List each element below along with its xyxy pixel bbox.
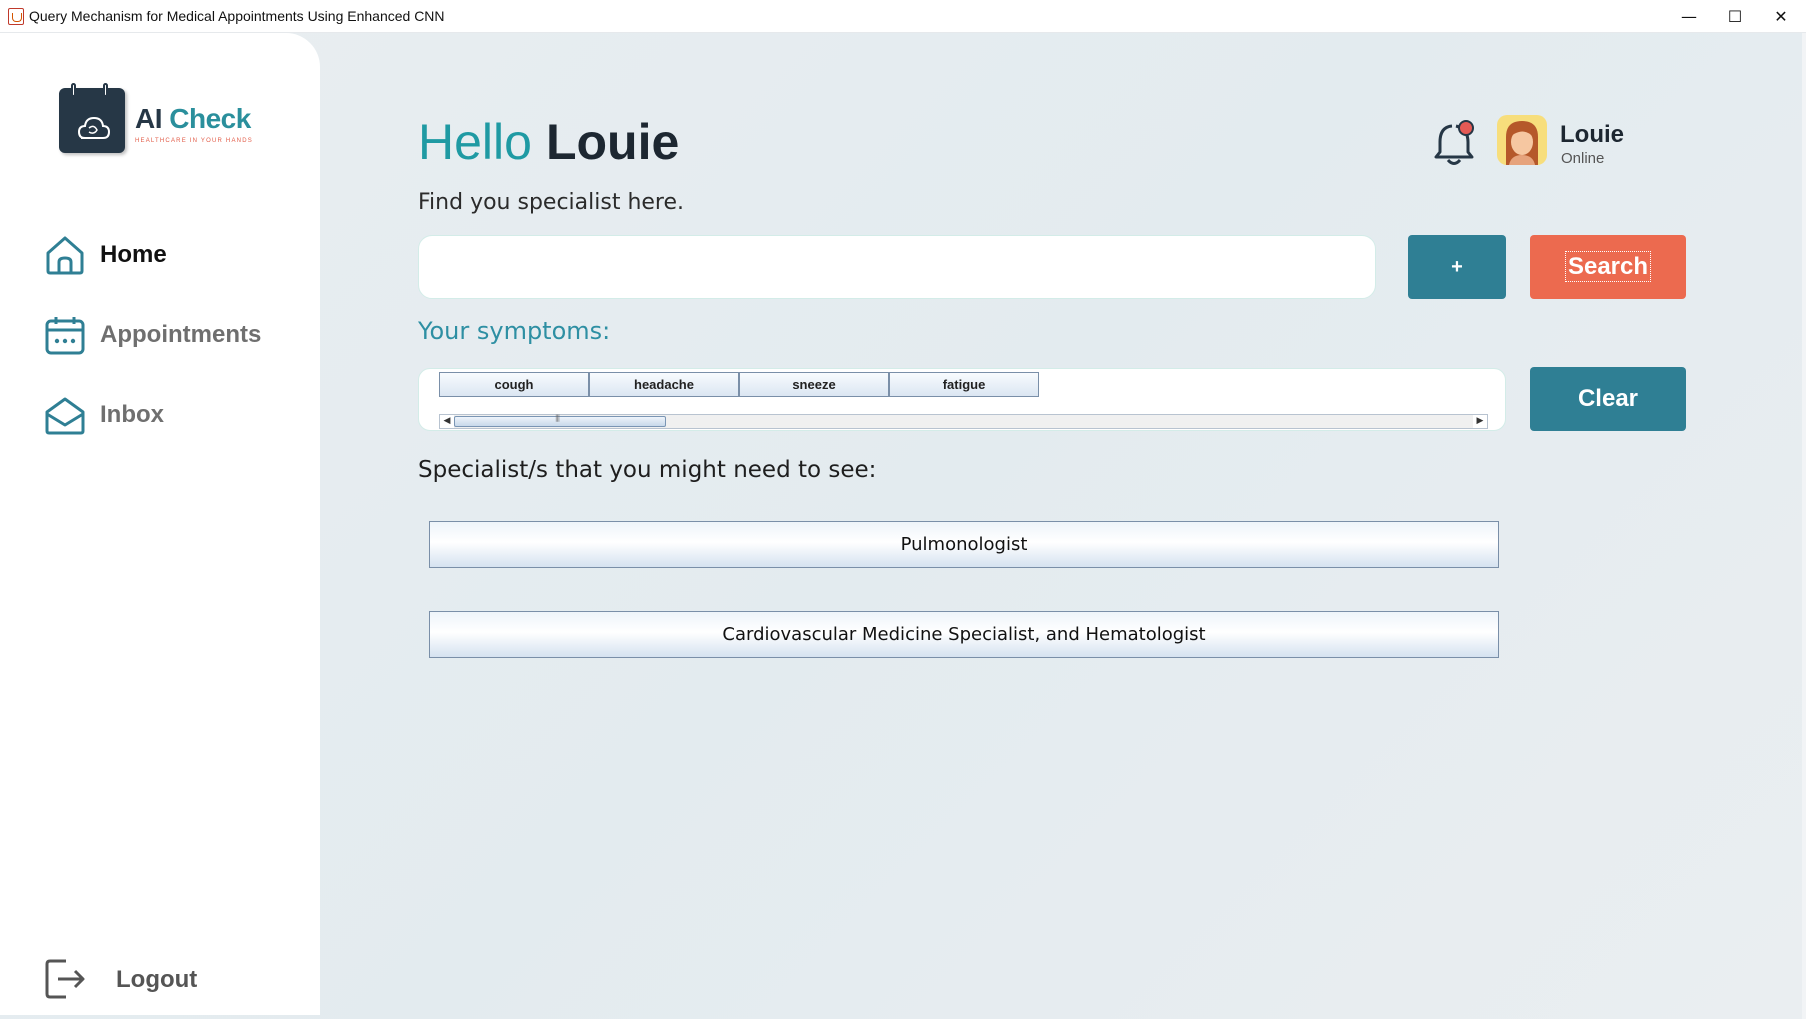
window-titlebar: Query Mechanism for Medical Appointments…: [0, 0, 1806, 33]
logout-icon: [44, 957, 86, 1001]
close-button[interactable]: ✕: [1758, 0, 1804, 33]
user-name: Louie: [1560, 121, 1624, 148]
brand-name-check: Check: [169, 103, 251, 134]
specialists-heading: Specialist/s that you might need to see:: [418, 457, 877, 483]
add-symptom-button[interactable]: +: [1408, 235, 1506, 299]
window-title: Query Mechanism for Medical Appointments…: [29, 8, 445, 24]
app-logo: AI Check HEALTHCARE IN YOUR HANDS: [59, 80, 259, 155]
page-subtitle: Find you specialist here.: [418, 190, 685, 215]
sidebar-item-appointments[interactable]: Appointments: [44, 313, 304, 357]
symptom-chip[interactable]: headache: [589, 372, 739, 397]
scroll-left-icon[interactable]: ◀: [440, 415, 454, 428]
specialist-search-input[interactable]: [418, 235, 1376, 299]
sidebar: AI Check HEALTHCARE IN YOUR HANDS Home A…: [0, 33, 320, 1015]
mail-icon: [44, 394, 86, 436]
sidebar-item-label: Inbox: [100, 401, 164, 428]
symptom-chip[interactable]: sneeze: [739, 372, 889, 397]
brand-name-ai: AI: [135, 103, 163, 134]
brand-name: AI Check: [135, 103, 251, 135]
scrollbar-thumb[interactable]: [454, 414, 666, 427]
notification-bell-icon[interactable]: [1432, 118, 1478, 168]
maximize-button[interactable]: ☐: [1712, 0, 1758, 33]
symptom-chip[interactable]: cough: [439, 372, 589, 397]
minimize-button[interactable]: —: [1666, 0, 1712, 33]
logout-label: Logout: [116, 966, 198, 993]
calendar-logo-icon: [59, 83, 125, 153]
greeting-hello: Hello: [418, 114, 532, 170]
sidebar-item-home[interactable]: Home: [44, 233, 304, 277]
scroll-right-icon[interactable]: ▶: [1473, 415, 1487, 428]
sidebar-item-label: Home: [100, 241, 167, 268]
symptoms-label: Your symptoms:: [418, 317, 611, 345]
specialist-button[interactable]: Pulmonologist: [429, 521, 1499, 568]
symptoms-panel: cough headache sneeze fatigue ◀ ▶: [418, 368, 1506, 431]
page-title: Hello Louie: [418, 113, 679, 171]
greeting-name: Louie: [545, 114, 680, 170]
brand-tagline: HEALTHCARE IN YOUR HANDS: [135, 138, 253, 144]
user-status: Online: [1561, 150, 1605, 167]
logout-button[interactable]: Logout: [44, 957, 264, 1001]
search-button[interactable]: Search: [1530, 235, 1686, 299]
calendar-icon: [44, 314, 86, 356]
clear-symptoms-button[interactable]: Clear: [1530, 367, 1686, 431]
symptom-chip[interactable]: fatigue: [889, 372, 1039, 397]
search-button-label: Search: [1564, 251, 1652, 282]
symptom-chip-list: cough headache sneeze fatigue: [439, 372, 1039, 397]
java-app-icon: [8, 8, 24, 25]
specialist-button[interactable]: Cardiovascular Medicine Specialist, and …: [429, 611, 1499, 658]
avatar[interactable]: [1497, 115, 1547, 165]
home-icon: [44, 234, 86, 276]
horizontal-scrollbar[interactable]: ◀ ▶: [439, 414, 1488, 429]
sidebar-item-inbox[interactable]: Inbox: [44, 393, 304, 437]
sidebar-item-label: Appointments: [100, 321, 262, 348]
app-window: AI Check HEALTHCARE IN YOUR HANDS Home A…: [0, 33, 1802, 1019]
